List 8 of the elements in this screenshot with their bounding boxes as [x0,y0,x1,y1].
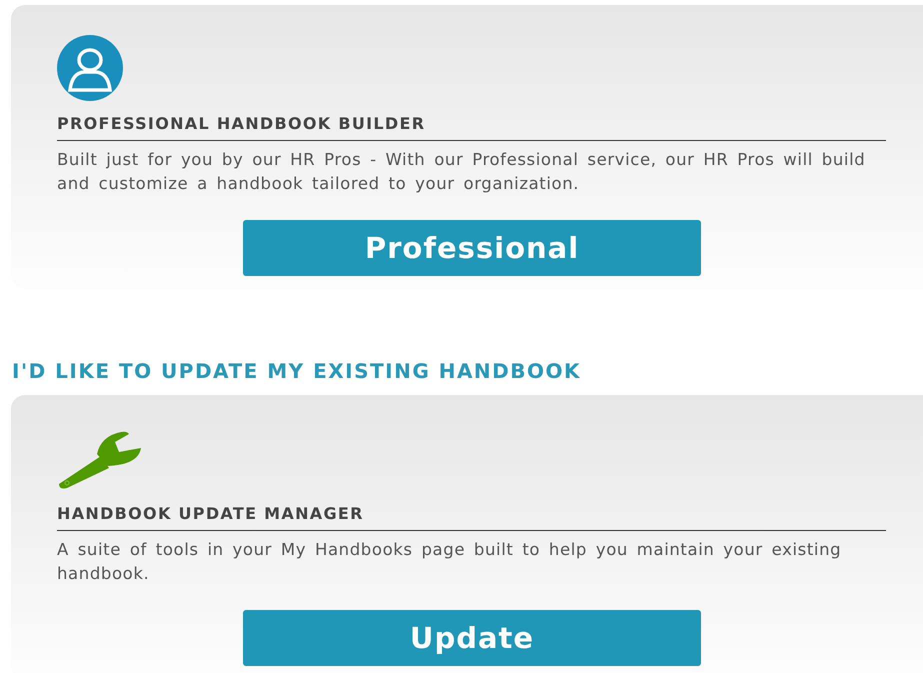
action-button[interactable]: Professional [243,220,701,276]
card-description: Built just for you by our HR Pros - With our Professional service, our HR Pros will build and customize a handbook tailored to your organization. [57,149,866,195]
action-button[interactable]: Update [243,610,701,666]
card-title: HANDBOOK UPDATE MANAGER [57,504,886,531]
card-title: PROFESSIONAL HANDBOOK BUILDER [57,114,886,141]
person-icon [57,35,123,101]
section-heading: I'D LIKE TO UPDATE MY EXISTING HANDBOOK [12,359,582,383]
card-description: A suite of tools in your My Handbooks page built to help you maintain your existing handbook. [57,539,842,585]
